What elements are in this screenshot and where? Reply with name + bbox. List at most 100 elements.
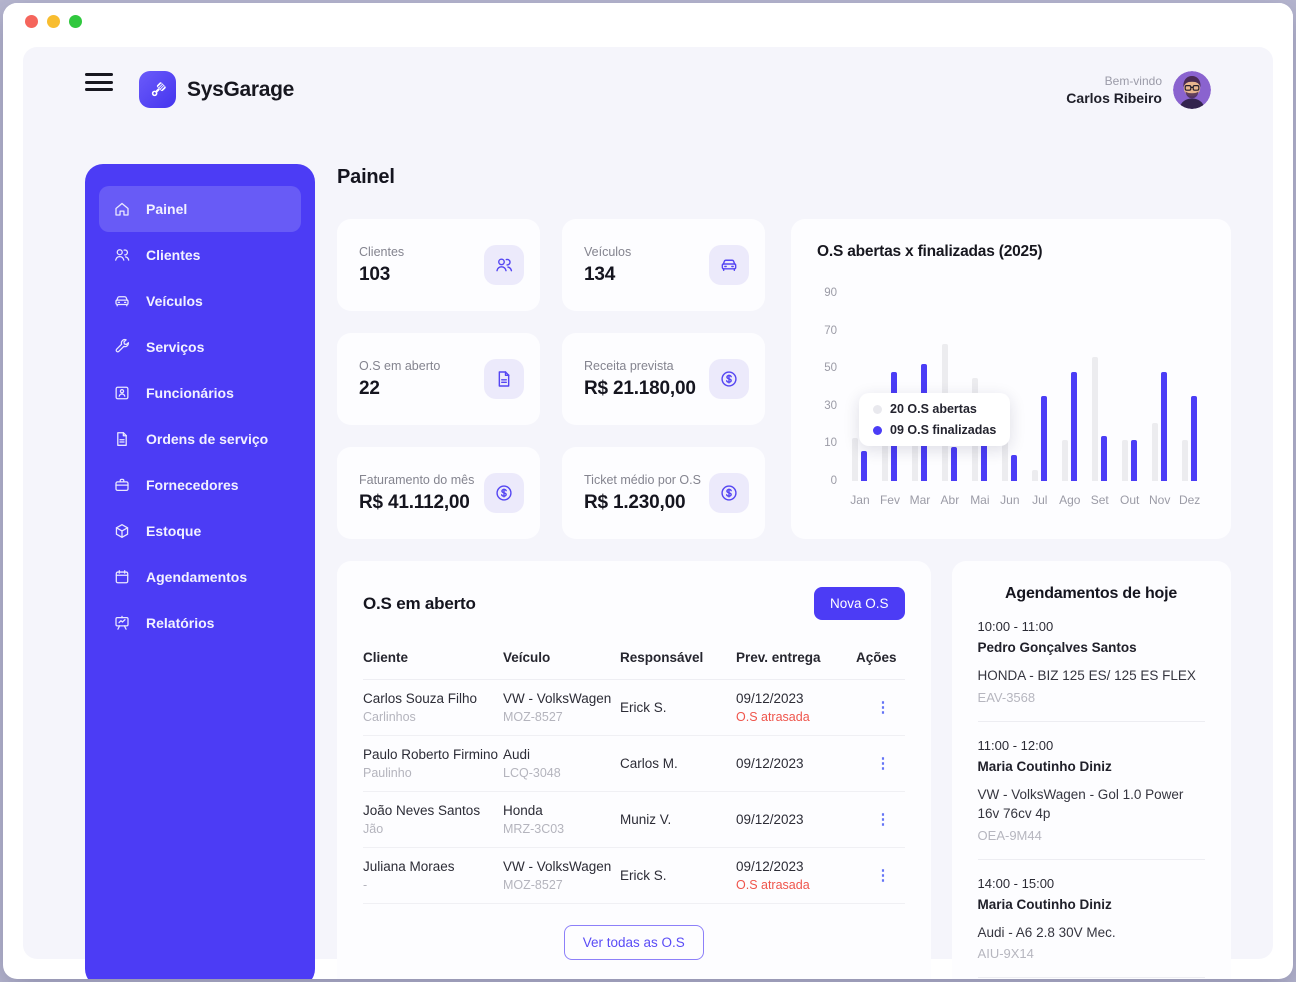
- sidebar-item-label: Serviços: [146, 339, 205, 355]
- client-name: João Neves Santos: [363, 803, 481, 818]
- main-panel: Painel Clientes 103 Veículos 134 O.S em aber…: [337, 164, 1231, 979]
- dollar-icon: [709, 359, 749, 399]
- divider: [977, 977, 1205, 979]
- x-tick-label: Mai: [970, 493, 990, 507]
- brand-name: SysGarage: [187, 77, 295, 101]
- app-content: SysGarage Bem-vindo Carlos Ribeiro Paine…: [23, 47, 1273, 979]
- sidebar-item-fornecedores[interactable]: Fornecedores: [99, 462, 301, 508]
- column-header: Cliente: [363, 650, 409, 665]
- table-header-row: Cliente Veículo Responsável Prev. entrega Aç…: [363, 650, 905, 680]
- box-icon: [113, 522, 131, 540]
- bar-chart: 90 70 50 30 10 0 20 O.S abertas 09 O.S finaliza…: [817, 287, 1205, 507]
- y-tick-label: 10: [824, 437, 837, 450]
- sidebar-item-painel[interactable]: Painel: [99, 186, 301, 232]
- client-name: Paulo Roberto Firmino: [363, 747, 499, 762]
- bar-o-s-finalizadas: [1071, 372, 1078, 481]
- client-nickname: -: [363, 878, 368, 892]
- bar-o-s-abertas: [1182, 439, 1189, 481]
- sidebar-item-label: Estoque: [146, 523, 202, 539]
- bar-group-jan: [845, 293, 875, 481]
- delivery-date: 09/12/2023: [736, 756, 804, 771]
- sidebar: Painel Clientes Veículos Serviços Funcionári…: [85, 164, 315, 979]
- responsible-name: Erick S.: [620, 868, 667, 883]
- car-icon: [709, 245, 749, 285]
- stat-label: Faturamento do mês: [359, 472, 475, 487]
- sidebar-item-label: Painel: [146, 201, 188, 217]
- view-all-orders-button[interactable]: Ver todas as O.S: [563, 925, 704, 960]
- bar-o-s-finalizadas: [1011, 454, 1018, 481]
- client-nickname: Jão: [363, 822, 384, 836]
- user-area: Bem-vindo Carlos Ribeiro: [1066, 71, 1211, 109]
- dollar-icon: [709, 473, 749, 513]
- car-icon: [113, 292, 131, 310]
- x-tick-label: Jun: [1000, 493, 1020, 507]
- sidebar-item-funcionarios[interactable]: Funcionários: [99, 370, 301, 416]
- page-title: Painel: [337, 166, 395, 188]
- late-badge: O.S atrasada: [736, 710, 810, 724]
- legend-dot-icon: [873, 404, 882, 414]
- bar-group-set: [1085, 293, 1115, 481]
- stat-label: Ticket médio por O.S: [584, 472, 701, 487]
- bar-o-s-abertas: [1152, 422, 1159, 481]
- new-order-button[interactable]: Nova O.S: [814, 587, 905, 620]
- schedule-title: Agendamentos de hoje: [1005, 585, 1178, 602]
- table-row: João Neves Santos Jão Honda MRZ-3C03 Muniz V…: [363, 792, 905, 848]
- table-row: Juliana Moraes - VW - VolksWagen MOZ-8527 Er…: [363, 848, 905, 904]
- open-orders-title: O.S em aberto: [363, 593, 476, 613]
- bar-o-s-finalizadas: [1041, 396, 1048, 481]
- sidebar-item-clientes[interactable]: Clientes: [99, 232, 301, 278]
- schedule-item: 14:00 - 15:00 Maria Coutinho Diniz Audi - …: [977, 876, 1205, 979]
- kebab-menu-icon[interactable]: ⋮: [870, 864, 897, 887]
- users-icon: [113, 246, 131, 264]
- stats-grid: Clientes 103 Veículos 134 O.S em aberto 22 Rec…: [337, 219, 765, 539]
- schedule-list: 10:00 - 11:00 Pedro Gonçalves Santos HONDA…: [977, 619, 1205, 979]
- user-name: Carlos Ribeiro: [1066, 90, 1162, 106]
- sidebar-item-servicos[interactable]: Serviços: [99, 324, 301, 370]
- sidebar-item-label: Clientes: [146, 247, 201, 263]
- avatar[interactable]: [1173, 71, 1211, 109]
- sidebar-item-label: Ordens de serviço: [146, 431, 269, 447]
- client-name: Juliana Moraes: [363, 859, 455, 874]
- kebab-menu-icon[interactable]: ⋮: [870, 808, 897, 831]
- y-tick-label: 0: [830, 475, 837, 487]
- kebab-menu-icon[interactable]: ⋮: [870, 752, 897, 775]
- sidebar-item-ordens-de-servico[interactable]: Ordens de serviço: [99, 416, 301, 462]
- legend-label: 20 O.S abertas: [890, 402, 977, 416]
- sidebar-item-veiculos[interactable]: Veículos: [99, 278, 301, 324]
- sidebar-item-relatorios[interactable]: Relatórios: [99, 600, 301, 646]
- brand: SysGarage: [139, 71, 294, 108]
- window-zoom-button[interactable]: [69, 14, 82, 28]
- sidebar-item-agendamentos[interactable]: Agendamentos: [99, 554, 301, 600]
- stat-value: 134: [584, 263, 616, 285]
- sidebar-item-label: Agendamentos: [146, 569, 248, 585]
- open-orders-card: O.S em aberto Nova O.S Cliente Veículo Res…: [337, 561, 931, 979]
- welcome-label: Bem-vindo: [1104, 74, 1162, 88]
- schedule-vehicle: HONDA - BIZ 125 ES/ 125 ES FLEX: [977, 668, 1196, 683]
- kebab-menu-icon[interactable]: ⋮: [870, 696, 897, 719]
- sidebar-item-label: Funcionários: [146, 385, 234, 401]
- bar-o-s-finalizadas: [1131, 439, 1138, 481]
- bar-group-out: [1115, 293, 1145, 481]
- users-icon: [484, 245, 524, 285]
- bar-o-s-finalizadas: [1101, 435, 1108, 481]
- window-titlebar: [3, 3, 1293, 39]
- topbar: SysGarage Bem-vindo Carlos Ribeiro: [85, 47, 1211, 164]
- menu-toggle-button[interactable]: [85, 71, 113, 93]
- column-header: Prev. entrega: [736, 650, 821, 665]
- y-axis: 90 70 50 30 10 0: [817, 287, 845, 487]
- stat-label: Clientes: [359, 244, 405, 259]
- late-badge: O.S atrasada: [736, 878, 810, 892]
- bar-o-s-abertas: [1032, 469, 1039, 481]
- legend-row: 20 O.S abertas: [873, 402, 996, 416]
- sidebar-item-estoque[interactable]: Estoque: [99, 508, 301, 554]
- window-close-button[interactable]: [25, 14, 38, 28]
- window-minimize-button[interactable]: [47, 14, 60, 28]
- chart-card: O.S abertas x finalizadas (2025) 90 70 50 3…: [791, 219, 1231, 539]
- chart-title: O.S abertas x finalizadas (2025): [817, 243, 1043, 260]
- y-tick-label: 70: [824, 324, 837, 337]
- responsible-name: Muniz V.: [620, 812, 672, 827]
- schedule-item: 10:00 - 11:00 Pedro Gonçalves Santos HONDA…: [977, 619, 1205, 722]
- dollar-icon: [484, 473, 524, 513]
- file-icon: [113, 430, 131, 448]
- column-header: Ações: [856, 650, 897, 665]
